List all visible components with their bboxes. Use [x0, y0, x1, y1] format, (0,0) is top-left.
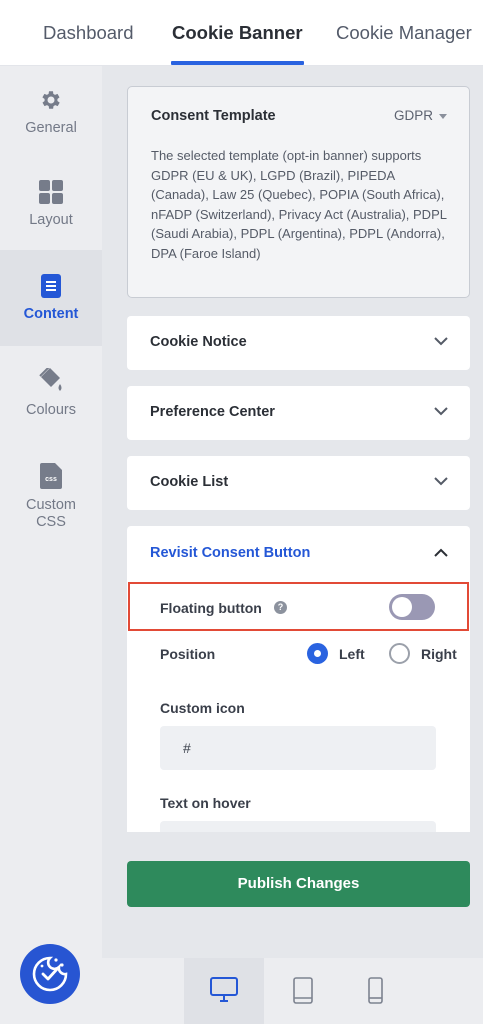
- sidebar-item-label: Layout: [29, 212, 73, 228]
- svg-text:css: css: [45, 476, 57, 483]
- chevron-down-icon: [434, 407, 448, 416]
- text-on-hover-label: Text on hover: [160, 795, 251, 811]
- position-right-radio[interactable]: [389, 643, 410, 664]
- custom-icon-input[interactable]: [160, 726, 436, 770]
- floating-button-toggle[interactable]: [389, 594, 435, 620]
- device-preview-bar: [102, 958, 483, 1024]
- toggle-knob: [392, 597, 412, 617]
- sidebar-item-colours[interactable]: Colours: [0, 366, 102, 438]
- position-left-radio[interactable]: [307, 643, 328, 664]
- consent-template-select[interactable]: GDPR: [394, 108, 447, 123]
- sidebar-item-label: Colours: [26, 402, 76, 418]
- custom-icon-label: Custom icon: [160, 700, 245, 716]
- mobile-preview-button[interactable]: [336, 958, 416, 1024]
- consent-template-selected: GDPR: [393, 108, 433, 123]
- tab-cookie-manager[interactable]: Cookie Manager: [336, 22, 472, 44]
- tablet-icon: [293, 977, 313, 1004]
- main-panel: Consent Template GDPR The selected templ…: [102, 66, 483, 958]
- chevron-down-icon: [434, 477, 448, 486]
- active-tab-indicator: [171, 61, 304, 65]
- accordion-title: Preference Center: [150, 404, 275, 420]
- top-tab-bar: Dashboard Cookie Banner Cookie Manager: [0, 0, 483, 66]
- document-icon: [0, 274, 102, 302]
- tab-dashboard[interactable]: Dashboard: [43, 22, 134, 44]
- gear-icon: [0, 88, 102, 116]
- accordion-cookie-list[interactable]: Cookie List: [127, 456, 470, 510]
- sidebar-item-label: Custom: [26, 497, 76, 513]
- consent-template-description: The selected template (opt-in banner) su…: [151, 148, 447, 261]
- position-label: Position: [160, 646, 216, 662]
- sidebar-item-label: Content: [23, 306, 79, 322]
- sidebar-item-label: CSS: [36, 514, 66, 530]
- help-icon[interactable]: ?: [274, 601, 287, 614]
- floating-button-label: Floating button: [160, 600, 262, 616]
- sidebar-item-general[interactable]: General: [0, 88, 102, 158]
- sidebar-item-layout[interactable]: Layout: [0, 180, 102, 250]
- chevron-up-icon[interactable]: [434, 548, 448, 557]
- mobile-icon: [368, 977, 383, 1004]
- accordion-title[interactable]: Revisit Consent Button: [150, 545, 310, 561]
- grid-icon: [0, 180, 102, 208]
- text-on-hover-input[interactable]: [160, 821, 436, 832]
- desktop-icon: [210, 977, 238, 1002]
- sidebar-item-content[interactable]: Content: [0, 250, 102, 346]
- position-right-label[interactable]: Right: [421, 646, 457, 662]
- cookieyes-logo-icon[interactable]: [20, 944, 80, 1004]
- position-left-label[interactable]: Left: [339, 646, 365, 662]
- paint-bucket-icon: [0, 366, 102, 398]
- sidebar-item-custom-css[interactable]: css Custom CSS: [0, 463, 102, 533]
- tab-cookie-banner[interactable]: Cookie Banner: [172, 22, 303, 44]
- accordion-preference-center[interactable]: Preference Center: [127, 386, 470, 440]
- desktop-preview-button[interactable]: [184, 958, 264, 1024]
- accordion-revisit-consent: Revisit Consent Button Floating button ?…: [127, 526, 470, 832]
- accordion-title: Cookie List: [150, 474, 229, 490]
- accordion-title: Cookie Notice: [150, 334, 247, 350]
- consent-template-card: Consent Template GDPR The selected templ…: [127, 86, 470, 298]
- sidebar-item-label: General: [25, 120, 77, 136]
- consent-template-title: Consent Template: [151, 108, 276, 124]
- chevron-down-icon: [434, 337, 448, 346]
- css-file-icon: css: [0, 463, 102, 493]
- tablet-preview-button[interactable]: [264, 958, 344, 1024]
- publish-changes-button[interactable]: Publish Changes: [127, 861, 470, 907]
- sidebar: General Layout Content Colours css Custo…: [0, 66, 102, 958]
- accordion-cookie-notice[interactable]: Cookie Notice: [127, 316, 470, 370]
- caret-down-icon: [439, 113, 447, 119]
